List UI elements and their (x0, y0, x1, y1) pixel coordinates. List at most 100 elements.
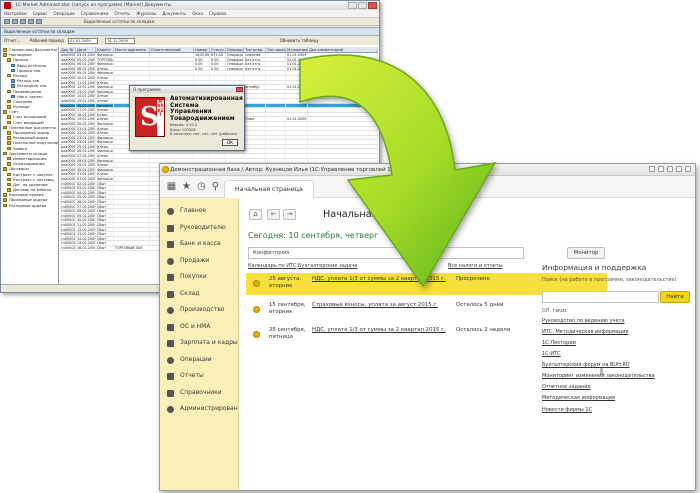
grid-column-header[interactable]: Тип заказа (266, 47, 286, 52)
menu-item[interactable]: Операции (54, 11, 75, 16)
table-cell: 07.02.2009 (77, 204, 96, 209)
about-heading: Автоматизированная Система Управления То… (170, 95, 243, 122)
support-link[interactable]: Методическая информация (542, 395, 615, 401)
sidebar-item[interactable]: Покупки (160, 269, 238, 286)
subwindow-tab[interactable]: Выделенные остатки по складам (84, 19, 155, 24)
about-ok-button[interactable]: ОК (222, 139, 238, 146)
folder-icon (3, 125, 7, 130)
table-cell (150, 71, 194, 75)
table-cell: 31.01.2009 (77, 172, 96, 177)
menu-item[interactable]: Сервис (33, 11, 48, 16)
home-icon[interactable]: ⌂ (249, 209, 262, 220)
table-cell (308, 140, 378, 144)
grid-column-header[interactable]: Операция (226, 47, 244, 52)
task-name-link[interactable]: НДС, уплата 1/3 от суммы за 2 квартал 20… (312, 327, 446, 333)
minimize-icon[interactable] (676, 166, 682, 172)
notifications-icon[interactable] (649, 166, 655, 172)
table-cell (308, 117, 378, 121)
info-search-input[interactable] (542, 291, 659, 303)
period-from-field[interactable]: 01.01.2009 (68, 38, 99, 44)
star-icon[interactable]: ★ (181, 181, 192, 192)
task-link[interactable]: Все налоги и отчеты (448, 263, 503, 269)
table-cell (114, 57, 150, 62)
grid-column-header[interactable]: Статус (210, 47, 226, 52)
task-link[interactable]: Календарь по ИТС (248, 263, 297, 269)
sidebar-item[interactable]: Справочники (160, 385, 238, 402)
grid-column-header[interactable]: Клиент (96, 47, 114, 52)
toolbar-find-icon[interactable] (36, 19, 42, 24)
grid-column-header[interactable]: М.нацения (286, 47, 308, 52)
grid-column-header[interactable]: Номер (194, 47, 210, 52)
grid-column-header[interactable]: Тип опер. (244, 47, 266, 52)
sidebar-item[interactable]: Зарплата и кадры (160, 335, 238, 352)
menu-item[interactable]: Настройки (4, 11, 27, 16)
period-to-field[interactable]: 31.12.2009 (105, 38, 136, 44)
support-link[interactable]: 1С:ИТС (542, 351, 561, 357)
grid-column-header[interactable]: Ответственный (150, 47, 194, 52)
toolbar-print-icon[interactable] (28, 19, 34, 24)
menu-item[interactable]: Окна (192, 11, 203, 16)
folder-icon (7, 115, 11, 119)
support-link[interactable]: Руководство по ведению учета (542, 318, 625, 324)
menu-item[interactable]: Документы (162, 11, 186, 16)
support-link[interactable]: Отчетное задание (542, 384, 591, 390)
forward-arrow-icon[interactable]: → (283, 209, 296, 220)
support-link[interactable]: ИТС. Методическая информация (542, 329, 629, 335)
minimize-button[interactable] (348, 2, 357, 9)
about-close-button[interactable] (236, 86, 243, 92)
toolbar-open-icon[interactable] (12, 19, 18, 24)
sidebar-item[interactable]: Операции (160, 352, 238, 369)
grid-column-header[interactable]: Место хранения (114, 47, 150, 52)
task-name-link[interactable]: НДС, уплата 1/3 от суммы за 2 квартал 20… (312, 276, 446, 282)
organization-field[interactable]: Конфетпром (248, 247, 524, 259)
maximize-button[interactable] (358, 2, 367, 9)
monitor-button[interactable]: Монитор (567, 247, 605, 259)
sidebar-item[interactable]: Склад (160, 286, 238, 303)
tree-item[interactable]: Расходные ордера (1, 203, 58, 208)
menu-item[interactable]: Справочники (81, 11, 109, 16)
support-link[interactable]: Бухгалтерский форум на BUH.RU (542, 362, 630, 368)
table-cell (114, 209, 150, 213)
menu-item[interactable]: Журналы (136, 11, 156, 16)
favorites-icon[interactable] (667, 166, 673, 172)
table-cell: 27.01.2009 (77, 154, 96, 158)
grid-column-header[interactable]: Доп.комментарий (308, 47, 378, 52)
toolbar-new-icon[interactable] (4, 19, 10, 24)
back-arrow-icon[interactable]: ← (267, 209, 280, 220)
table-cell: ола0000005 (61, 71, 76, 75)
toolbar-save-icon[interactable] (20, 19, 26, 24)
grid-column-header[interactable]: Док № (60, 47, 76, 52)
tab-home-page[interactable]: Начальная страница (224, 180, 314, 198)
history-icon[interactable] (658, 166, 664, 172)
history-clock-icon[interactable]: ◷ (196, 181, 207, 192)
menu-grid-icon[interactable]: ▦ (166, 181, 177, 192)
support-link[interactable]: Новости фирмы 1С (542, 407, 592, 413)
menu-item[interactable]: Отчеты (114, 11, 130, 16)
task-link[interactable]: Бухгалтерские задачи (298, 263, 358, 269)
sidebar-item[interactable]: Производство (160, 302, 238, 319)
table-cell (114, 200, 150, 204)
old-filter-bar: Отчет... Рабочий период 01.01.2009 31.12… (1, 36, 379, 45)
menu-item[interactable]: Справка (209, 11, 227, 16)
table-cell: сч000015 (61, 245, 76, 250)
refresh-table-checkbox[interactable]: Обновить таблицу (280, 38, 319, 43)
close-icon[interactable] (685, 166, 691, 172)
table-cell: Алтын (96, 98, 114, 103)
1c-logo-icon (162, 166, 169, 173)
support-link[interactable]: 1С:Лектории (542, 340, 576, 346)
sidebar-item[interactable]: Банк и касса (160, 236, 238, 253)
sidebar-item-label: Отчеты (180, 372, 204, 379)
sidebar-item[interactable]: Отчеты (160, 368, 238, 385)
grid-column-header[interactable]: Дата (76, 47, 96, 52)
support-link[interactable]: Мониторинг изменений законодательства (542, 373, 655, 379)
sidebar-item[interactable]: Главное (160, 203, 238, 220)
search-icon[interactable]: ⚲ (210, 181, 221, 192)
find-button[interactable]: Найти (660, 291, 690, 303)
sidebar-item[interactable]: ОС и НМА (160, 319, 238, 336)
close-button[interactable] (368, 2, 377, 9)
sidebar-item[interactable]: Администрирование (160, 401, 238, 418)
task-name-link[interactable]: Страховые взносы, уплата за август 2015 … (312, 302, 438, 308)
sidebar-item[interactable]: Продажи (160, 253, 238, 270)
table-cell: Сбыт (96, 218, 114, 222)
sidebar-item[interactable]: Руководителю (160, 220, 238, 237)
